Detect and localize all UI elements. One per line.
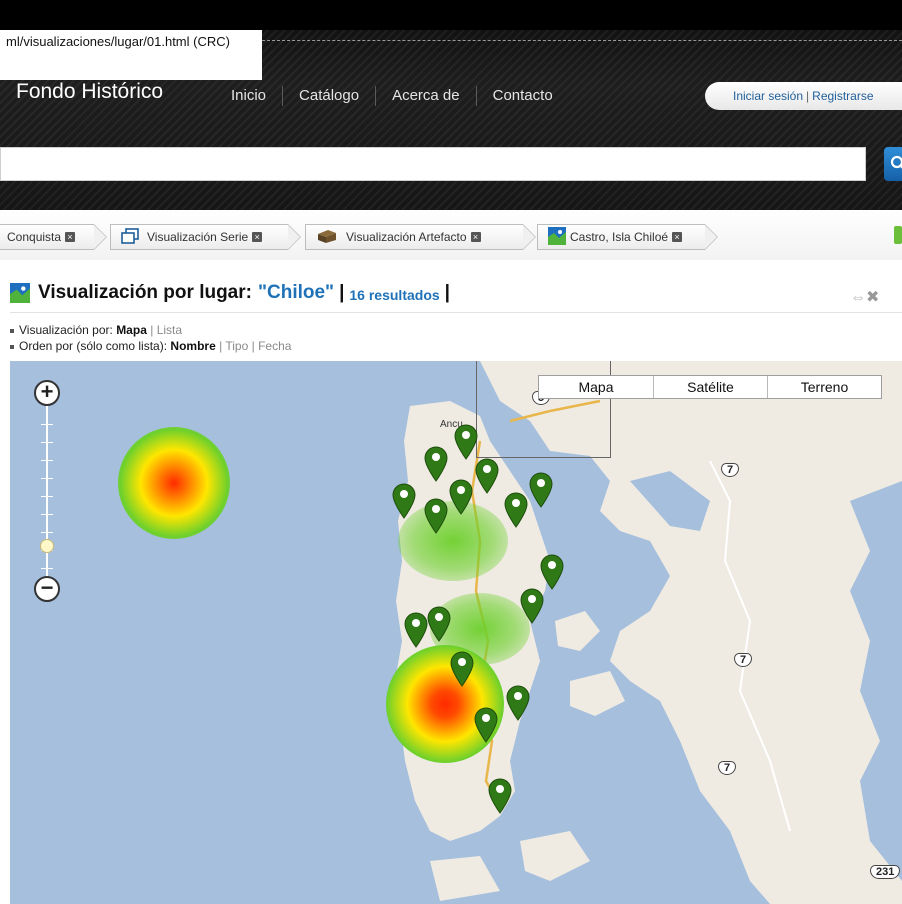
map-type-mapa[interactable]: Mapa <box>539 376 653 398</box>
location-marker[interactable] <box>488 778 512 814</box>
breadcrumb-tab-artefacto[interactable]: Visualización Artefacto × <box>305 224 536 250</box>
order-separator: | <box>219 339 223 353</box>
breadcrumb-tab-conquista[interactable]: Conquista × <box>0 224 107 250</box>
zoom-tick <box>41 532 53 533</box>
breadcrumb-tab-castro[interactable]: Castro, Isla Chiloé × <box>537 224 718 250</box>
zoom-tick <box>41 460 53 461</box>
zoom-control: + − <box>34 380 62 602</box>
order-row: Orden por (sólo como lista): Nombre | Ti… <box>10 338 291 354</box>
search-icon <box>890 155 902 169</box>
breadcrumb-bar: Conquista × Visualización Serie × Visual… <box>0 210 902 260</box>
nav-item-catalogo[interactable]: Catálogo <box>283 86 377 106</box>
nav-item-inicio[interactable]: Inicio <box>215 86 284 106</box>
location-marker[interactable] <box>424 498 448 534</box>
location-marker[interactable] <box>529 472 553 508</box>
account-links: Iniciar sesión | Registrarse <box>705 82 902 110</box>
location-marker[interactable] <box>504 492 528 528</box>
series-icon <box>121 227 139 247</box>
close-icon[interactable]: × <box>252 232 263 242</box>
breadcrumb-label: Castro, Isla Chiloé <box>570 230 669 244</box>
zoom-tick <box>41 478 53 479</box>
location-marker[interactable] <box>540 554 564 590</box>
route-shield: 231 <box>870 865 901 879</box>
zoom-tick <box>41 442 53 443</box>
breadcrumb-label: Conquista <box>7 230 62 244</box>
divider <box>10 312 902 313</box>
view-label: Visualización por: <box>19 323 113 337</box>
heatmap-blob <box>386 645 504 763</box>
location-marker[interactable] <box>427 606 451 642</box>
location-marker[interactable] <box>506 685 530 721</box>
breadcrumb-label: Visualización Artefacto <box>346 230 467 244</box>
zoom-tick <box>41 514 53 515</box>
location-marker[interactable] <box>450 651 474 687</box>
zoom-slider-track[interactable] <box>46 406 48 584</box>
order-nombre-link[interactable]: Nombre <box>170 339 215 353</box>
url-tooltip: ml/visualizaciones/lugar/01.html (CRC) <box>0 30 262 80</box>
zoom-out-button[interactable]: − <box>34 576 60 602</box>
title-separator: | <box>444 282 450 303</box>
account-separator: | <box>806 89 810 103</box>
view-options: Visualización por: Mapa | Lista Orden po… <box>10 322 291 354</box>
map-type-satelite[interactable]: Satélite <box>653 376 767 398</box>
register-link[interactable]: Registrarse <box>812 89 873 103</box>
zoom-tick <box>41 424 53 425</box>
location-marker[interactable] <box>404 612 428 648</box>
title-separator: | <box>339 282 345 303</box>
search-button[interactable] <box>884 147 902 181</box>
nav-item-acerca[interactable]: Acerca de <box>376 86 477 106</box>
map-canvas[interactable]: 5 7 7 7 231 Ancu Mapa Satélite Terreno <box>10 361 902 904</box>
map-type-control: Mapa Satélite Terreno <box>538 375 882 399</box>
order-tipo-link[interactable]: Tipo <box>225 339 248 353</box>
bullet <box>10 328 14 333</box>
location-marker[interactable] <box>475 458 499 494</box>
page-title: Visualización por lugar: "Chiloe" | 16 r… <box>10 282 450 304</box>
main-nav: Inicio Catálogo Acerca de Contacto <box>215 86 569 106</box>
map-place-icon <box>10 283 30 303</box>
order-label: Orden por (sólo como lista): <box>19 339 168 353</box>
order-fecha-link[interactable]: Fecha <box>258 339 291 353</box>
location-marker[interactable] <box>520 588 544 624</box>
breadcrumb-label: Visualización Serie <box>147 230 249 244</box>
location-marker[interactable] <box>392 483 416 519</box>
zoom-slider-handle[interactable] <box>40 539 54 553</box>
box-icon <box>316 228 338 247</box>
focus-outline <box>262 40 902 41</box>
view-mapa-link[interactable]: Mapa <box>116 323 147 337</box>
close-icon[interactable]: × <box>65 232 76 242</box>
title-prefix: Visualización por lugar: <box>38 282 252 303</box>
view-mode-row: Visualización por: Mapa | Lista <box>10 322 291 338</box>
close-icon[interactable]: × <box>470 232 481 242</box>
map-type-terreno[interactable]: Terreno <box>767 376 881 398</box>
bullet <box>10 344 14 349</box>
map-place-icon <box>548 226 566 248</box>
browser-topbar <box>0 0 902 30</box>
zoom-tick <box>41 496 53 497</box>
site-title[interactable]: Fondo Histórico <box>16 80 163 104</box>
search-query: "Chiloe" <box>257 282 335 303</box>
result-count: 16 resultados <box>349 286 440 303</box>
panel-toggle[interactable] <box>894 226 902 244</box>
location-marker[interactable] <box>449 479 473 515</box>
panel-controls: ⇔✖ <box>850 287 879 307</box>
zoom-in-button[interactable]: + <box>34 380 60 406</box>
close-icon[interactable]: × <box>672 232 683 242</box>
nav-item-contacto[interactable]: Contacto <box>477 86 569 106</box>
heatmap-blob <box>118 427 230 539</box>
order-separator: | <box>251 339 255 353</box>
login-link[interactable]: Iniciar sesión <box>733 89 803 103</box>
location-marker[interactable] <box>424 446 448 482</box>
location-marker[interactable] <box>454 424 478 460</box>
search-input[interactable] <box>0 147 866 181</box>
zoom-tick <box>41 568 53 569</box>
breadcrumb-tab-serie[interactable]: Visualización Serie × <box>110 224 301 250</box>
site-header: ml/visualizaciones/lugar/01.html (CRC) F… <box>0 0 902 210</box>
expand-arrows-icon[interactable]: ⇔ <box>850 289 866 306</box>
view-separator: | <box>150 323 154 337</box>
view-lista-link[interactable]: Lista <box>157 323 182 337</box>
close-icon[interactable]: ✖ <box>866 289 879 306</box>
location-marker[interactable] <box>474 707 498 743</box>
